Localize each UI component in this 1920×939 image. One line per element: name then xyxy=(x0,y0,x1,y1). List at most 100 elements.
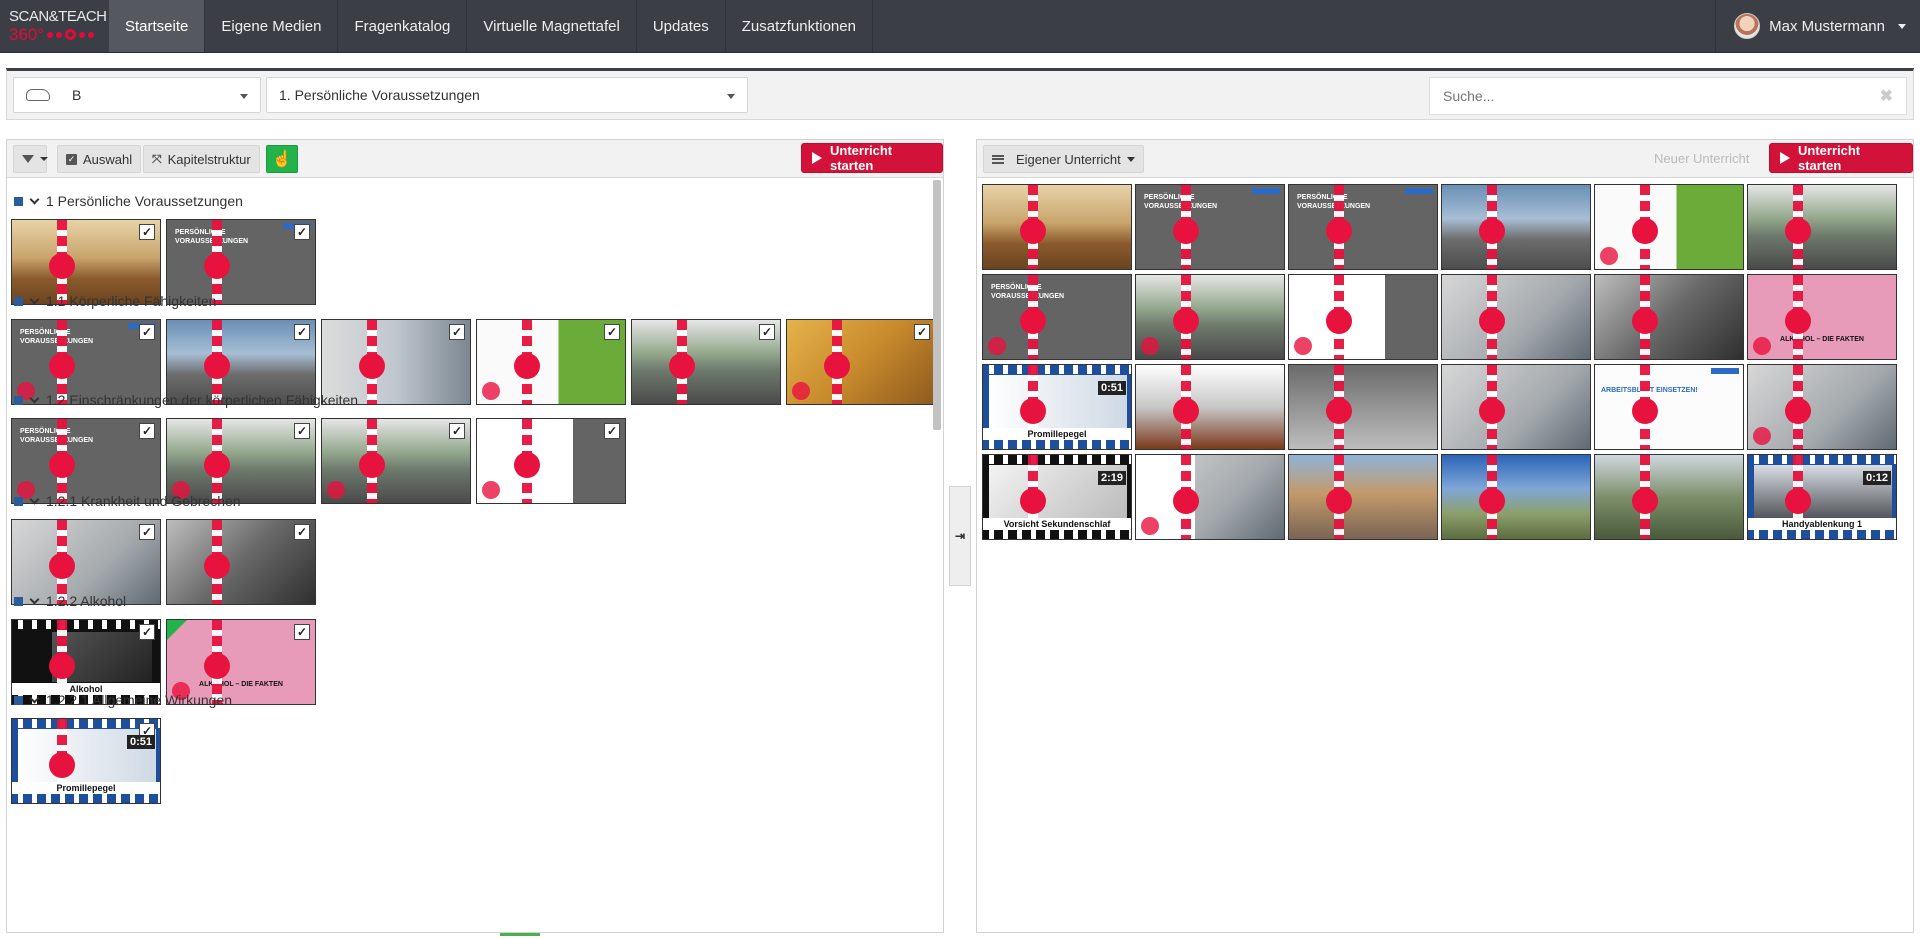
scrollbar[interactable] xyxy=(933,180,941,430)
select-checkbox[interactable]: ✓ xyxy=(294,423,310,439)
select-checkbox[interactable]: ✓ xyxy=(139,224,155,240)
media-thumbnail[interactable]: ✓ xyxy=(321,418,471,504)
start-lesson-button[interactable]: Unterricht starten xyxy=(1769,143,1913,173)
user-menu[interactable]: Max Mustermann xyxy=(1715,0,1920,52)
select-checkbox[interactable]: ✓ xyxy=(914,324,930,340)
lesson-media-thumbnail[interactable] xyxy=(1288,454,1438,540)
nav-zusatzfunktionen[interactable]: Zusatzfunktionen xyxy=(726,0,873,52)
nav-startseite[interactable]: Startseite xyxy=(109,0,206,52)
menu-icon xyxy=(992,154,1004,164)
select-checkbox[interactable]: ✓ xyxy=(294,324,310,340)
lesson-media-thumbnail[interactable] xyxy=(1441,184,1591,270)
select-checkbox[interactable]: ✓ xyxy=(449,324,465,340)
media-thumbnail[interactable]: ✓ xyxy=(786,319,936,405)
media-thumbnail[interactable]: ✓ 0:51 Promillepegel xyxy=(11,718,161,804)
auswahl-button[interactable]: ✓ Auswahl xyxy=(57,145,142,173)
chapter-heading[interactable]: 1.2.2.1 Allgemeine Wirkungen xyxy=(14,692,232,708)
lesson-media-thumbnail[interactable] xyxy=(1594,274,1744,360)
chapter-heading[interactable]: 1.2.1 Krankheit und Gebrechen xyxy=(14,493,241,509)
lesson-media-thumbnail[interactable]: ARBEITSBLATT EINSETZEN! xyxy=(1594,364,1744,450)
lesson-media-thumbnail[interactable] xyxy=(1135,364,1285,450)
brand-logo[interactable]: SCAN&TEACH 360° xyxy=(0,0,109,52)
select-checkbox[interactable]: ✓ xyxy=(139,423,155,439)
lesson-media-thumbnail[interactable]: ALKOHOL – DIE FAKTEN xyxy=(1747,274,1897,360)
lesson-media-thumbnail[interactable] xyxy=(1747,184,1897,270)
nav-fragenkatalog[interactable]: Fragenkatalog xyxy=(338,0,468,52)
chapter-heading[interactable]: 1 Persönliche Voraussetzungen xyxy=(14,193,243,209)
close-icon[interactable]: ✖ xyxy=(1880,86,1893,106)
panel-toggle-button[interactable]: ⇥ xyxy=(949,486,971,586)
chapter-heading[interactable]: 1.2.2 Alkohol xyxy=(14,593,126,609)
chapter-list: 1 Persönliche Voraussetzungen ✓ PERSÖNLI… xyxy=(7,178,947,932)
media-thumbnail[interactable]: ✓ xyxy=(476,319,626,405)
filter-button[interactable] xyxy=(13,145,48,173)
chapter-title: 1 Persönliche Voraussetzungen xyxy=(46,193,243,209)
license-class-select[interactable]: B xyxy=(13,77,261,113)
lesson-media-thumbnail[interactable] xyxy=(1441,364,1591,450)
search-input[interactable] xyxy=(1443,88,1880,104)
chapter-heading[interactable]: 1.2 Einschränkungen der körperlichen Fäh… xyxy=(14,392,358,408)
select-checkbox[interactable]: ✓ xyxy=(759,324,775,340)
lesson-media-thumbnail[interactable] xyxy=(1594,184,1744,270)
chapter-heading[interactable]: 1.1 Körperliche Fähigkeiten xyxy=(14,293,216,309)
media-caption: Vorsicht Sekundenschlaf xyxy=(983,518,1131,530)
select-checkbox[interactable]: ✓ xyxy=(139,524,155,540)
eigener-unterricht-dropdown[interactable]: Eigener Unterricht xyxy=(983,145,1144,173)
new-lesson-link[interactable]: Neuer Unterricht xyxy=(1654,151,1749,166)
nav-eigene-medien[interactable]: Eigene Medien xyxy=(205,0,339,52)
slide-heading: PERSÖNLICHE VORAUSSETZUNGEN xyxy=(20,428,93,444)
nav-updates[interactable]: Updates xyxy=(637,0,726,52)
lesson-media-thumbnail[interactable]: 2:19 Vorsicht Sekundenschlaf xyxy=(982,454,1132,540)
lesson-media-thumbnail[interactable] xyxy=(1594,454,1744,540)
nav-virtuelle-magnettafel[interactable]: Virtuelle Magnettafel xyxy=(467,0,637,52)
lesson-media-thumbnail[interactable]: 0:12 Handyablenkung 1 xyxy=(1747,454,1897,540)
select-checkbox[interactable]: ✓ xyxy=(604,324,620,340)
slide-heading: PERSÖNLICHE VORAUSSETZUNGEN xyxy=(175,229,248,245)
checkbox-icon: ✓ xyxy=(66,153,77,165)
kapitelstruktur-button[interactable]: ⤧ Kapitelstruktur xyxy=(143,145,260,173)
slide-heading: PERSÖNLICHE VORAUSSETZUNGEN xyxy=(1144,194,1217,210)
chapter-square-icon xyxy=(14,196,23,206)
select-checkbox[interactable]: ✓ xyxy=(139,324,155,340)
select-checkbox[interactable]: ✓ xyxy=(294,224,310,240)
lesson-media-thumbnail[interactable]: PERSÖNLICHE VORAUSSETZUNGEN xyxy=(1135,184,1285,270)
select-checkbox[interactable]: ✓ xyxy=(139,624,155,640)
license-class-value: B xyxy=(72,87,82,103)
chevron-down-icon xyxy=(29,393,40,403)
media-thumbnail[interactable]: ✓ xyxy=(476,418,626,504)
chevron-down-icon xyxy=(727,94,735,99)
lesson-media-thumbnail[interactable]: PERSÖNLICHE VORAUSSETZUNGEN xyxy=(1288,184,1438,270)
media-thumbnail[interactable]: PERSÖNLICHE VORAUSSETZUNGEN ✓ xyxy=(11,418,161,504)
media-type-icon xyxy=(327,481,345,499)
lesson-media-thumbnail[interactable]: PERSÖNLICHE VORAUSSETZUNGEN xyxy=(982,274,1132,360)
media-thumbnail[interactable]: ✓ xyxy=(166,418,316,504)
lesson-media-thumbnail[interactable] xyxy=(1135,454,1285,540)
play-marker-icon xyxy=(514,452,540,478)
chapter-panel-toolbar: ✓ Auswahl ⤧ Kapitelstruktur ☝ Unterricht… xyxy=(7,140,943,178)
resize-handle[interactable] xyxy=(500,933,540,936)
media-caption: Handyablenkung 1 xyxy=(1748,518,1896,530)
lesson-media-thumbnail[interactable] xyxy=(1441,274,1591,360)
chapter-select[interactable]: 1. Persönliche Voraussetzungen xyxy=(266,77,748,113)
select-checkbox[interactable]: ✓ xyxy=(604,423,620,439)
play-marker-icon xyxy=(1479,308,1505,334)
play-marker-icon xyxy=(1632,308,1658,334)
lesson-media-thumbnail[interactable] xyxy=(1288,364,1438,450)
chevron-down-icon xyxy=(29,494,40,504)
select-checkbox[interactable]: ✓ xyxy=(449,423,465,439)
lesson-media-thumbnail[interactable] xyxy=(1747,364,1897,450)
touch-mode-button[interactable]: ☝ xyxy=(266,145,298,173)
select-checkbox[interactable]: ✓ xyxy=(294,624,310,640)
lesson-media-thumbnail[interactable]: 0:51 Promillepegel xyxy=(982,364,1132,450)
media-thumbnail[interactable]: ✓ xyxy=(631,319,781,405)
slide-heading: PERSÖNLICHE VORAUSSETZUNGEN xyxy=(20,329,93,345)
lesson-media-thumbnail[interactable] xyxy=(1135,274,1285,360)
lesson-media-thumbnail[interactable] xyxy=(1441,454,1591,540)
lesson-media-thumbnail[interactable] xyxy=(1288,274,1438,360)
start-lesson-button[interactable]: Unterricht starten xyxy=(801,143,943,173)
lesson-panel-toolbar: Eigener Unterricht Neuer Unterricht Unte… xyxy=(977,140,1913,178)
select-checkbox[interactable]: ✓ xyxy=(294,524,310,540)
media-thumbnail[interactable]: ✓ xyxy=(166,519,316,605)
play-marker-icon xyxy=(49,452,75,478)
lesson-media-thumbnail[interactable] xyxy=(982,184,1132,270)
